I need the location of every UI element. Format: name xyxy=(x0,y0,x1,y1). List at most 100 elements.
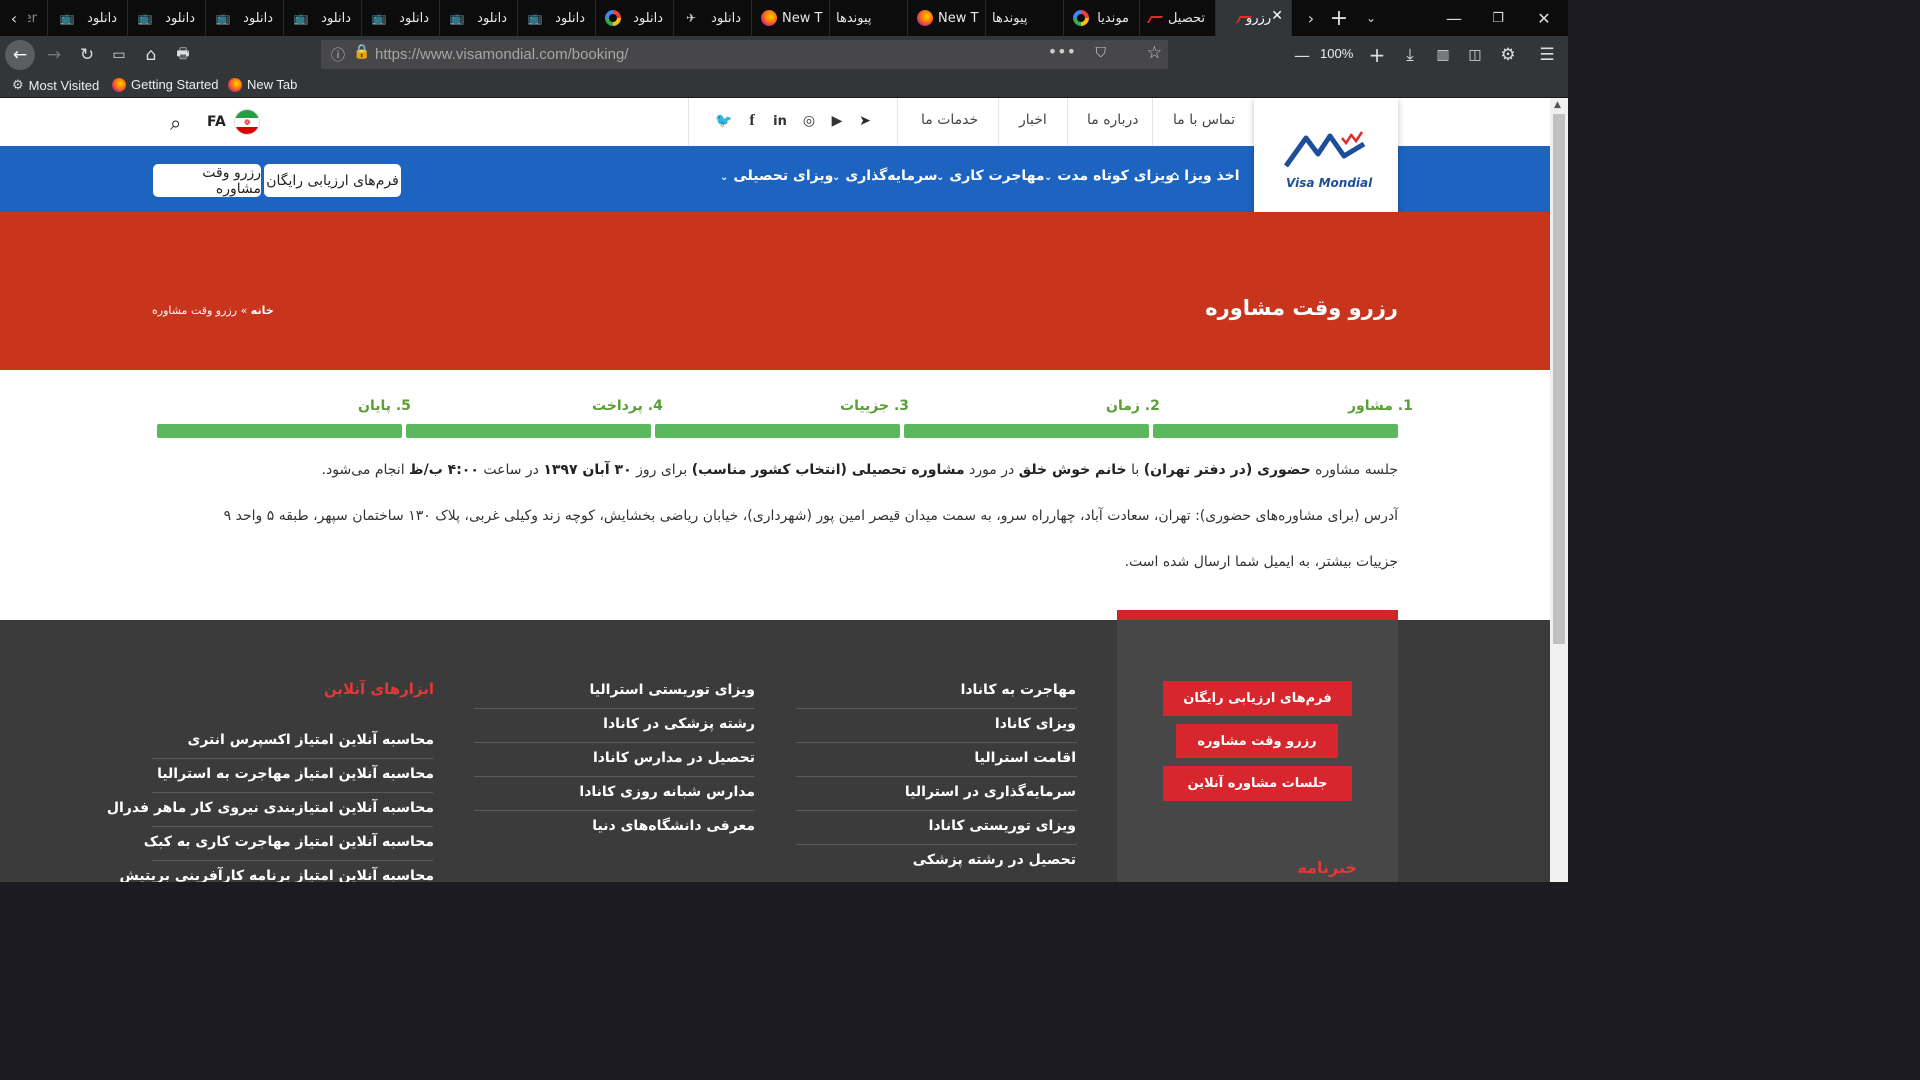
footer-link[interactable]: معرفی دانشگاه‌های دنیا xyxy=(592,818,755,834)
reload-button[interactable]: ↻ xyxy=(72,40,102,70)
close-tab-icon[interactable]: ✕ xyxy=(1271,8,1283,24)
tab[interactable]: 📺 دانلود xyxy=(440,0,518,36)
tab[interactable]: 📺 دانلود xyxy=(518,0,596,36)
footer-online-sessions-button[interactable]: جلسات مشاوره آنلاین xyxy=(1163,766,1352,801)
menu-item-student-visa[interactable]: ویزای تحصیلی ⌄ xyxy=(720,168,833,184)
language-selector[interactable]: FA xyxy=(207,114,226,130)
tab[interactable]: 📺 دانلود xyxy=(362,0,440,36)
bookmark-star-icon[interactable]: ☆ xyxy=(1147,43,1162,63)
book-consultation-button[interactable]: رزرو وقت مشاوره xyxy=(153,164,261,197)
menu-icon[interactable]: ☰ xyxy=(1532,40,1562,70)
twitter-icon[interactable]: 🐦 xyxy=(715,112,733,130)
top-link-about[interactable]: درباره ما xyxy=(1087,112,1138,128)
page-scrollbar[interactable]: ▲ xyxy=(1550,98,1568,882)
footer-link[interactable]: تحصیل در مدارس کانادا xyxy=(593,750,755,766)
bookmark-new-tab[interactable]: New Tab xyxy=(228,77,297,92)
linkedin-icon[interactable]: in xyxy=(771,112,789,130)
tab[interactable]: پیوندها xyxy=(986,0,1064,36)
scroll-up-arrow-icon[interactable]: ▲ xyxy=(1554,100,1561,110)
top-link-news[interactable]: اخبار xyxy=(1019,112,1047,128)
library-icon[interactable]: ▥ xyxy=(1428,40,1458,70)
footer-link[interactable]: تحصیل در رشته پزشکی xyxy=(913,852,1076,868)
back-button[interactable]: ← xyxy=(5,40,35,70)
tab-title: er xyxy=(28,10,37,26)
breadcrumb-home[interactable]: خانه xyxy=(251,304,274,317)
tab[interactable]: ✈ دانلود xyxy=(674,0,752,36)
new-tab-button[interactable]: + xyxy=(1322,0,1356,36)
tab[interactable]: 📺 دانلود xyxy=(50,0,128,36)
info-icon[interactable]: ⓘ xyxy=(331,45,345,65)
zoom-out-button[interactable]: — xyxy=(1287,40,1317,70)
zoom-level[interactable]: 100% xyxy=(1320,46,1353,61)
tab[interactable]: موندیا xyxy=(1064,0,1140,36)
list-all-tabs-button[interactable]: ⌄ xyxy=(1354,0,1388,36)
gear-icon[interactable]: ⚙ xyxy=(1493,40,1523,70)
tab[interactable]: تحصیل xyxy=(1140,0,1216,36)
tv-icon: 📺 xyxy=(449,11,465,25)
footer-book-consultation-button[interactable]: رزرو وقت مشاوره xyxy=(1176,724,1338,758)
sidebar-icon[interactable]: ◫ xyxy=(1460,40,1490,70)
free-assessment-forms-button[interactable]: فرم‌های ارزیابی رایگان xyxy=(264,164,401,197)
url-bar[interactable]: ⓘ 🔒 https://www.visamondial.com/booking/… xyxy=(321,40,1168,69)
site-logo[interactable]: Visa Mondial xyxy=(1254,98,1398,218)
footer-link[interactable]: ویزای کانادا xyxy=(995,716,1076,732)
footer-tool-link[interactable]: محاسبه آنلاین امتیاز مهاجرت کاری به کبک xyxy=(144,834,434,850)
iran-flag-icon[interactable]: ❁ xyxy=(234,109,260,135)
footer-link[interactable]: سرمایه‌گذاری در استرالیا xyxy=(905,784,1076,800)
tab[interactable]: New T xyxy=(908,0,986,36)
instagram-icon[interactable]: ◎ xyxy=(800,112,818,130)
lock-icon[interactable]: 🔒 xyxy=(353,44,370,60)
footer-link[interactable]: ویزای توریستی کانادا xyxy=(929,818,1076,834)
footer-tool-link[interactable]: محاسبه آنلاین امتیاز اکسپرس انتری xyxy=(188,732,434,748)
breadcrumb: خانه » رزرو وقت مشاوره xyxy=(152,304,274,317)
menu-item-investment[interactable]: سرمایه‌گذاری⌄ xyxy=(832,168,937,184)
tab-active[interactable]: رزرو ✕ xyxy=(1216,0,1292,36)
menu-item-work-immigration[interactable]: مهاجرت کاری⌄ xyxy=(936,168,1045,184)
tab[interactable]: دانلود xyxy=(596,0,674,36)
footer-link[interactable]: مهاجرت به کانادا xyxy=(961,682,1076,698)
tab[interactable]: 📺 دانلود xyxy=(284,0,362,36)
footer-link[interactable]: اقامت استرالیا xyxy=(974,750,1076,766)
footer-link[interactable]: ویزای توریستی استرالیا xyxy=(589,682,755,698)
session-date: ۳۰ آبان ۱۳۹۷ xyxy=(543,462,632,478)
scroll-tabs-left-button[interactable]: ‹ xyxy=(0,0,28,36)
tab[interactable]: پیوندها xyxy=(830,0,908,36)
footer-tool-link[interactable]: محاسبه آنلاین امتیاز مهاجرت به استرالیا xyxy=(157,766,434,782)
top-link-services[interactable]: خدمات ما xyxy=(921,112,978,128)
logo-text: Visa Mondial xyxy=(1286,176,1373,190)
page-actions-icon[interactable]: ••• xyxy=(1048,42,1076,61)
forward-button[interactable]: → xyxy=(39,40,69,70)
bookmark-most-visited[interactable]: ⚙ Most Visited xyxy=(12,77,99,93)
close-window-button[interactable]: ✕ xyxy=(1520,0,1568,36)
footer-tool-link[interactable]: محاسبه آنلاین امتیاز برنامه کارآفرینی بر… xyxy=(120,868,434,882)
restore-button[interactable]: ❐ xyxy=(1476,0,1520,36)
tab[interactable]: New T xyxy=(752,0,830,36)
home-button[interactable]: ⌂ xyxy=(136,40,166,70)
telegram-icon[interactable]: ➤ xyxy=(856,112,874,130)
youtube-icon[interactable]: ▶ xyxy=(828,112,846,130)
menu-item-visa[interactable]: اخذ ویزا ⌂ xyxy=(1170,168,1240,184)
url-text[interactable]: https://www.visamondial.com/booking/ xyxy=(375,46,628,63)
menu-item-short-term-visa[interactable]: ویزای کوتاه مدت ⌄ xyxy=(1044,168,1174,184)
tab-title: New T xyxy=(782,10,823,26)
consultant-name: خانم خوش خلق xyxy=(1018,462,1127,478)
zoom-in-button[interactable]: + xyxy=(1362,40,1392,70)
bookmarks-toolbar: ⚙ Most Visited Getting Started New Tab xyxy=(0,74,1568,98)
search-icon[interactable]: ⌕ xyxy=(170,111,181,135)
print-button[interactable]: 🖶 xyxy=(168,40,198,70)
download-icon[interactable]: ⤓ xyxy=(1395,40,1425,70)
top-link-contact[interactable]: تماس با ما xyxy=(1173,112,1235,128)
tab[interactable]: er xyxy=(28,0,48,36)
footer-link[interactable]: رشته پزشکی در کانادا xyxy=(603,716,755,732)
footer-link[interactable]: مدارس شبانه روزی کانادا xyxy=(579,784,755,800)
footer-tool-link[interactable]: محاسبه آنلاین امتیازبندی نیروی کار ماهر … xyxy=(107,800,434,816)
bookmark-getting-started[interactable]: Getting Started xyxy=(112,77,218,92)
footer-free-assessment-button[interactable]: فرم‌های ارزیابی رایگان xyxy=(1163,681,1352,716)
tab[interactable]: 📺 دانلود xyxy=(206,0,284,36)
facebook-icon[interactable]: f xyxy=(743,112,761,130)
scrollbar-thumb[interactable] xyxy=(1553,114,1565,644)
minimize-button[interactable]: — xyxy=(1432,0,1476,36)
tab[interactable]: 📺 دانلود xyxy=(128,0,206,36)
pocket-icon[interactable]: ⛉ xyxy=(1096,45,1107,61)
pocket-folder-icon[interactable]: ▭ xyxy=(104,40,134,70)
